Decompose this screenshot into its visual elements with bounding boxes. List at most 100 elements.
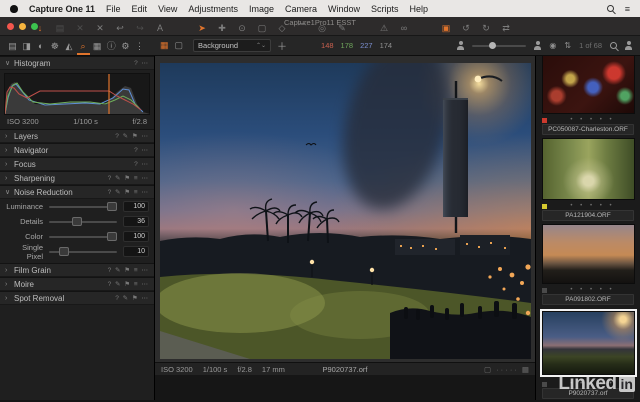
flip-icon[interactable]: ⇄ [500, 22, 512, 34]
luminance-slider-knob[interactable] [107, 202, 117, 211]
pan-tool-icon[interactable]: ✚ [216, 22, 228, 34]
section-action-icons[interactable]: ? ⋯ [134, 160, 149, 168]
tab-details-icon[interactable]: ⌕ [77, 37, 90, 55]
import-icon[interactable]: ↓ [34, 22, 46, 34]
menu-view[interactable]: View [158, 4, 177, 14]
main-photo[interactable] [160, 63, 531, 359]
tab-library-icon[interactable]: ▤ [6, 37, 19, 55]
section-focus[interactable]: ›Focus ? ⋯ [0, 157, 154, 171]
tab-adjustments-icon[interactable]: ▦ [91, 37, 104, 55]
thumbnail-2[interactable] [542, 138, 635, 200]
menu-edit[interactable]: Edit [132, 4, 148, 14]
section-action-icons[interactable]: ? ✎ ⚑ ≡ ⋯ [108, 188, 149, 196]
section-action-icons[interactable]: ? ✎ ⚑ ≡ ⋯ [108, 174, 149, 182]
color-value[interactable]: 100 [123, 231, 149, 242]
section-action-icons[interactable]: ? ✎ ⚑ ⋯ [115, 132, 149, 140]
section-spot-removal[interactable]: ›Spot Removal ? ✎ ⚑ ⋯ [0, 291, 154, 305]
tab-output-icon[interactable]: ⚙ [119, 37, 132, 55]
menu-adjustments[interactable]: Adjustments [188, 4, 238, 14]
single-pixel-value[interactable]: 10 [123, 246, 149, 257]
single-pixel-slider-track[interactable] [49, 251, 117, 253]
apple-icon[interactable] [10, 5, 18, 13]
redo-icon[interactable]: ↪ [134, 22, 146, 34]
cursor-tool-icon[interactable]: ➤ [196, 22, 208, 34]
section-layers[interactable]: ›Layers ? ✎ ⚑ ⋯ [0, 129, 154, 143]
loupe-tool-icon[interactable]: ⊙ [236, 22, 248, 34]
profile-icon[interactable] [625, 41, 632, 50]
tab-batch-icon[interactable]: ⋮ [133, 37, 146, 55]
user-icon[interactable] [457, 41, 464, 50]
tab-exposure-icon[interactable]: ◭ [62, 37, 75, 55]
section-film-grain[interactable]: ›Film Grain ? ✎ ⚑ ≡ ⋯ [0, 263, 154, 277]
tab-color-icon[interactable]: ☸ [48, 37, 61, 55]
section-action-icons[interactable]: ? ✎ ⚑ ≡ ⋯ [108, 266, 149, 274]
details-value[interactable]: 36 [123, 216, 149, 227]
rating-dots[interactable]: • • • • • [551, 203, 634, 209]
single-pixel-slider-knob[interactable] [59, 247, 69, 256]
layers-list-icon[interactable]: ▦ [160, 40, 169, 51]
color-tag[interactable] [542, 118, 547, 123]
spotlight-search-icon[interactable] [607, 5, 614, 12]
proofing-glasses-icon[interactable]: ∞ [398, 22, 410, 34]
section-moire[interactable]: ›Moire ? ✎ ⚑ ≡ ⋯ [0, 277, 154, 291]
compare-icon[interactable]: ▢ [484, 365, 491, 374]
sort-icon[interactable]: ⇅ [564, 41, 571, 50]
filter-search-icon[interactable] [610, 42, 617, 49]
color-tag[interactable] [542, 204, 547, 209]
undo-icon[interactable]: ↩ [114, 22, 126, 34]
layer-frame-icon[interactable]: ▢ [175, 40, 184, 51]
add-layer-button[interactable]: ＋ [277, 38, 287, 53]
tab-metadata-icon[interactable]: ⓘ [105, 37, 118, 55]
section-action-icons[interactable]: ? ⋯ [134, 146, 149, 154]
section-navigator[interactable]: ›Navigator ? ⋯ [0, 143, 154, 157]
section-sharpening[interactable]: ›Sharpening ? ✎ ⚑ ≡ ⋯ [0, 171, 154, 185]
export-icon[interactable]: ▤ [54, 22, 66, 34]
details-slider-knob[interactable] [72, 217, 82, 226]
color-slider-knob[interactable] [107, 232, 117, 241]
thumbnail-3[interactable] [542, 224, 635, 284]
annotation-icon[interactable]: A [154, 22, 166, 34]
layer-select[interactable]: Background ⌃⌄ [193, 39, 271, 52]
eye-icon[interactable]: ◉ [549, 41, 556, 50]
rating-dots[interactable]: • • • • • [551, 287, 634, 293]
zoom-slider[interactable] [472, 45, 526, 47]
keystone-tool-icon[interactable]: ⌒ [296, 22, 308, 34]
menu-file[interactable]: File [106, 4, 121, 14]
spot-tool-icon[interactable]: ◎ [316, 22, 328, 34]
proof-warning-icon[interactable]: ⚠ [378, 22, 390, 34]
luminance-slider-track[interactable] [49, 206, 117, 208]
luminance-value[interactable]: 100 [123, 201, 149, 212]
menubar-list-icon[interactable]: ≡ [625, 4, 630, 14]
filmstrip-icon[interactable]: ▦ [522, 365, 529, 374]
delete-icon[interactable]: ✕ [94, 22, 106, 34]
straighten-tool-icon[interactable]: ◇ [276, 22, 288, 34]
section-noise-reduction[interactable]: ∨Noise Reduction ? ✎ ⚑ ≡ ⋯ [0, 185, 154, 199]
details-slider-track[interactable] [49, 221, 117, 223]
histogram-header[interactable]: ∨ Histogram ? ⋯ [0, 56, 154, 70]
rating-dots[interactable]: • • • • • [551, 117, 634, 123]
thumbnail-1-filename[interactable]: PC050087-Charleston.ORF [542, 124, 634, 135]
pager-dots[interactable]: · · · · · [496, 365, 517, 374]
rotate-left-icon[interactable]: ↺ [460, 22, 472, 34]
color-tag[interactable] [542, 382, 547, 387]
section-action-icons[interactable]: ? ✎ ⚑ ≡ ⋯ [108, 280, 149, 288]
menu-image[interactable]: Image [249, 4, 274, 14]
thumbnail-3-filename[interactable]: PA091802.ORF [542, 294, 634, 305]
tab-lens-icon[interactable]: ◐ [34, 37, 47, 55]
crop-tool-icon[interactable]: ▢ [256, 22, 268, 34]
thumbnail-4-selected[interactable] [542, 311, 635, 375]
menu-help[interactable]: Help [410, 4, 429, 14]
color-tag[interactable] [542, 288, 547, 293]
menu-window[interactable]: Window [328, 4, 360, 14]
tab-capture-icon[interactable]: ◨ [20, 37, 33, 55]
reset-icon[interactable]: ✕ [74, 22, 86, 34]
draw-mask-tool-icon[interactable]: ✎ [336, 22, 348, 34]
histogram-action-icons[interactable]: ? ⋯ [134, 59, 149, 67]
section-action-icons[interactable]: ? ✎ ⚑ ⋯ [115, 294, 149, 302]
crop-box-icon[interactable]: ▣ [440, 22, 452, 34]
rotate-right-icon[interactable]: ↻ [480, 22, 492, 34]
face-zoom-icon[interactable] [534, 41, 541, 50]
thumbnail-2-filename[interactable]: PA121904.ORF [542, 210, 634, 221]
app-menu[interactable]: Capture One 11 [29, 4, 95, 14]
color-slider-track[interactable] [49, 236, 117, 238]
